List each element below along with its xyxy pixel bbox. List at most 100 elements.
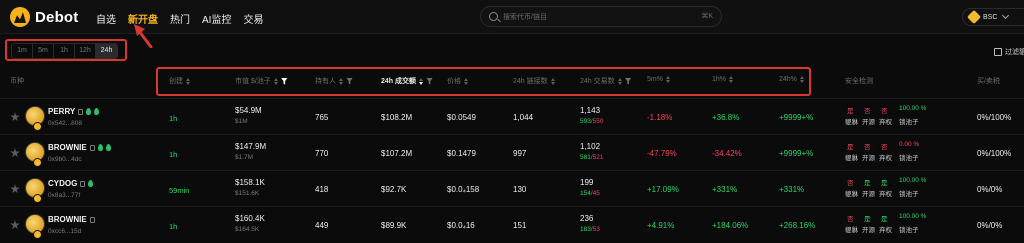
trades-24h: 236 <box>580 214 594 223</box>
token-name: BROWNIE <box>48 215 87 224</box>
buys-count: 593 <box>580 118 591 125</box>
pool-size: $1.7M <box>235 154 254 161</box>
security-label-opensource: 开源 <box>862 119 875 126</box>
filter-honeypot-checkbox[interactable]: 过滤貔 <box>994 47 1024 57</box>
change-24h: +268.16% <box>779 221 816 230</box>
time-filter-1h[interactable]: 1h <box>54 44 75 58</box>
change-5m: -1.18% <box>647 113 673 122</box>
security-label-renounced: 弃权 <box>879 191 892 198</box>
token-name-group[interactable]: CYDOG <box>48 179 94 188</box>
holders-count: 449 <box>315 221 329 230</box>
token-name: CYDOG <box>48 179 78 188</box>
volume-24h: $107.2M <box>381 149 413 158</box>
filter-checkbox-label: 过滤貔 <box>1005 49 1024 56</box>
col-security: 安全检测 <box>845 78 873 85</box>
security-flag-renounced: 是 <box>881 216 888 223</box>
sells-count: 550 <box>592 118 604 125</box>
sells-count: 521 <box>592 154 604 161</box>
security-flag-honeypot: 否 <box>847 216 854 223</box>
buys-count: 183 <box>580 226 591 233</box>
time-filter-12h[interactable]: 12h <box>75 44 96 58</box>
copy-icon[interactable] <box>89 144 95 151</box>
table-row[interactable]: CYDOG 0x8a3...77f 59min $158.1K $151.6K 418 $9… <box>0 170 1024 206</box>
nav-item-ai-monitor[interactable]: AI监控 <box>202 11 231 26</box>
nav-item-trending[interactable]: 热门 <box>170 11 190 26</box>
security-lp-locked: 0.00 % <box>899 141 920 148</box>
time-filter-group: 1m 5m 1h 12h 24h <box>11 43 118 59</box>
trades-24h: 1,143 <box>580 106 601 115</box>
bsc-chain-icon <box>966 9 982 25</box>
tx-count: 130 <box>513 185 527 194</box>
security-label-opensource: 开源 <box>862 191 875 198</box>
favorite-star-icon[interactable] <box>10 220 20 230</box>
trades-24h: 1,102 <box>580 142 601 151</box>
security-label-honeypot: 貔貅 <box>845 227 858 234</box>
favorite-star-icon[interactable] <box>10 184 20 194</box>
change-1h: +331% <box>712 185 738 194</box>
table-row[interactable]: PERRY 0x542...808 1h $54.9M $1M 765 $108.2M $0.… <box>0 98 1024 134</box>
flame-icon <box>86 108 92 115</box>
buys-count: 581 <box>580 154 591 161</box>
market-cap: $54.9M <box>235 106 262 115</box>
chain-selector[interactable]: BSC <box>962 8 1024 26</box>
buy-sell-tax: 0%/0% <box>977 221 1003 230</box>
buy-sell-tax: 0%/100% <box>977 113 1012 122</box>
change-5m: +4.91% <box>647 221 675 230</box>
pool-size: $1M <box>235 118 248 125</box>
sells-count: 53 <box>592 226 600 233</box>
token-name-group[interactable]: BROWNIE <box>48 215 95 224</box>
token-age: 1h <box>169 150 178 159</box>
change-5m: -47.79% <box>647 149 677 158</box>
chain-label: BSC <box>983 13 998 21</box>
security-lp-locked: 100.00 % <box>899 213 927 220</box>
pool-size: $151.6K <box>235 190 260 197</box>
app-logo[interactable]: Debot <box>10 7 79 27</box>
buy-sell-split: 581/521 <box>580 154 604 161</box>
nav-item-trade[interactable]: 交易 <box>243 11 263 26</box>
security-label-opensource: 开源 <box>862 227 875 234</box>
holders-count: 418 <box>315 185 329 194</box>
time-filter-highlight: 1m 5m 1h 12h 24h <box>5 39 127 61</box>
search-input[interactable]: 搜索代币/链目 ⌘K <box>480 6 722 27</box>
security-flag-honeypot: 是 <box>847 144 854 151</box>
nav-item-watchlist[interactable]: 自选 <box>96 11 116 26</box>
app-name: Debot <box>35 8 79 26</box>
market-cap: $158.1K <box>235 178 265 187</box>
security-flag-opensource: 是 <box>864 180 871 187</box>
security-flag-renounced: 否 <box>881 108 888 115</box>
search-icon <box>489 12 498 21</box>
sells-count: 45 <box>592 190 600 197</box>
change-1h: +36.8% <box>712 113 740 122</box>
tx-count: 997 <box>513 149 527 158</box>
col-token: 币种 <box>10 78 24 85</box>
token-avatar <box>25 214 45 239</box>
volume-24h: $108.2M <box>381 113 413 122</box>
time-filter-5m[interactable]: 5m <box>33 44 54 58</box>
change-5m: +17.09% <box>647 185 679 194</box>
security-flag-opensource: 否 <box>864 144 871 151</box>
token-avatar <box>25 178 45 203</box>
token-name-group[interactable]: PERRY <box>48 107 100 116</box>
security-label-honeypot: 貔貅 <box>845 119 858 126</box>
security-label-lp: 锁池子 <box>899 119 919 126</box>
change-24h: +9999+% <box>779 113 814 122</box>
token-address: 0x9b0...4dc <box>48 156 82 163</box>
copy-icon[interactable] <box>78 108 84 115</box>
token-name-group[interactable]: BROWNIE <box>48 143 111 152</box>
flame-icon <box>97 144 103 151</box>
token-age: 1h <box>169 222 178 231</box>
copy-icon[interactable] <box>89 216 95 223</box>
market-cap: $147.9M <box>235 142 267 151</box>
price: $0.0549 <box>447 113 476 122</box>
time-filter-24h[interactable]: 24h <box>96 44 117 58</box>
favorite-star-icon[interactable] <box>10 112 20 122</box>
copy-icon[interactable] <box>80 180 86 187</box>
security-flag-honeypot: 否 <box>847 180 854 187</box>
table-row[interactable]: BROWNIE 0xcc6...15d 1h $160.4K $164.5K 449 $89… <box>0 206 1024 242</box>
token-age: 59min <box>169 186 190 195</box>
search-shortcut: ⌘K <box>701 13 713 20</box>
table-row[interactable]: BROWNIE 0x9b0...4dc 1h $147.9M $1.7M 770 $107.… <box>0 134 1024 170</box>
col-tax: 买/卖税 <box>977 78 1000 85</box>
favorite-star-icon[interactable] <box>10 148 20 158</box>
time-filter-1m[interactable]: 1m <box>12 44 33 58</box>
